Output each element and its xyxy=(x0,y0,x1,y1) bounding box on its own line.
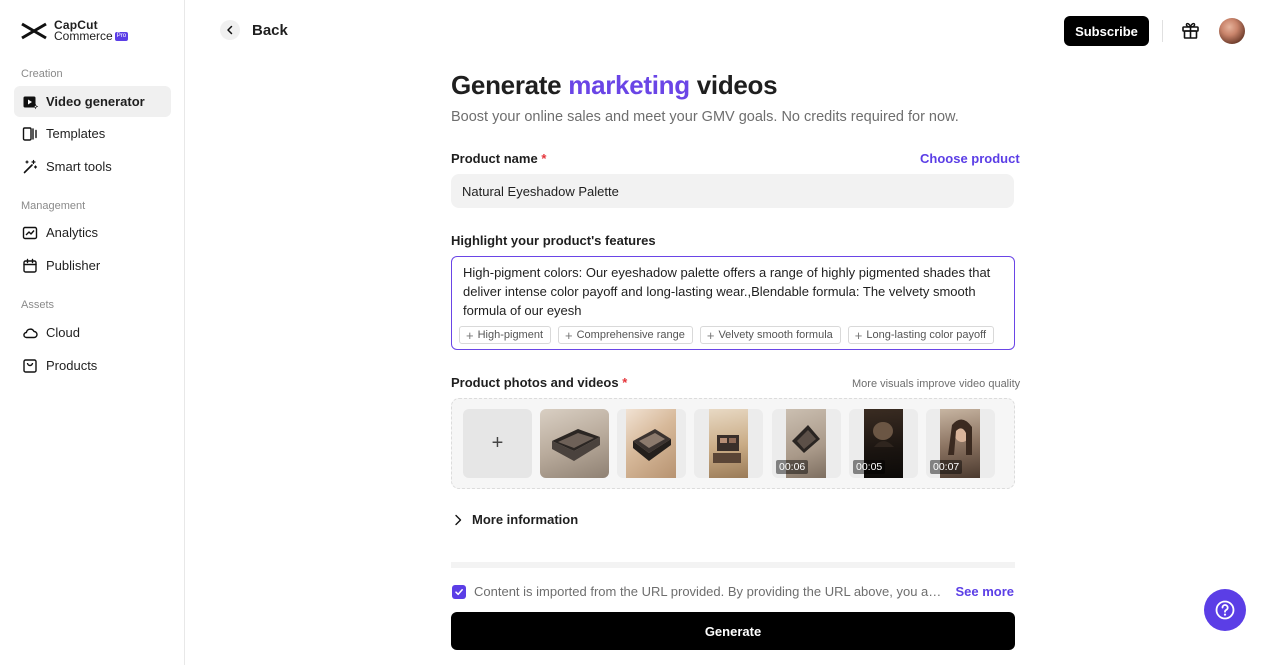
media-thumbnail[interactable] xyxy=(540,409,609,478)
user-avatar[interactable] xyxy=(1219,18,1245,44)
choose-product-link[interactable]: Choose product xyxy=(920,151,1020,166)
brand-name-line2: Commerce xyxy=(54,29,113,43)
media-thumbnail[interactable] xyxy=(694,409,763,478)
required-mark: * xyxy=(541,151,547,166)
subscribe-button[interactable]: Subscribe xyxy=(1064,16,1149,46)
video-duration: 00:06 xyxy=(776,460,809,474)
sidebar-item-analytics[interactable]: Analytics xyxy=(14,217,171,248)
model-portrait-image xyxy=(948,419,972,455)
page-title: Generate marketing videos xyxy=(451,70,778,100)
plus-icon: + xyxy=(706,327,715,343)
video-duration: 00:07 xyxy=(930,460,963,474)
video-frame-image xyxy=(873,422,894,447)
visuals-hint: More visuals improve video quality xyxy=(852,378,1021,390)
plus-icon: + xyxy=(565,327,573,343)
consent-row: Content is imported from the URL provide… xyxy=(452,584,1014,599)
feature-chip-long-lasting-color-payoff[interactable]: + Long-lasting color payoff xyxy=(847,326,995,344)
sidebar-item-products[interactable]: Products xyxy=(14,350,171,381)
plus-icon: + xyxy=(466,327,474,343)
section-label-management: Management xyxy=(21,200,86,212)
eyeshadow-palette-image xyxy=(552,429,600,461)
header-divider xyxy=(1162,20,1163,42)
plus-icon: + xyxy=(854,327,863,343)
section-label-assets: Assets xyxy=(21,299,55,311)
sidebar-item-label: Cloud xyxy=(46,325,80,340)
sidebar-item-label: Templates xyxy=(46,126,106,141)
help-button[interactable] xyxy=(1204,589,1246,631)
see-more-link[interactable]: See more xyxy=(955,584,1014,599)
more-information-toggle[interactable]: More information xyxy=(453,512,578,527)
media-thumbnail[interactable] xyxy=(617,409,686,478)
sidebar-item-publisher[interactable]: Publisher xyxy=(14,250,171,281)
more-information-label: More information xyxy=(472,512,579,527)
media-upload-area: + 00:06 00:05 00:07 xyxy=(451,398,1015,489)
product-name-label: Product name * xyxy=(451,151,547,166)
templates-icon xyxy=(22,126,37,141)
media-thumbnail-video[interactable]: 00:07 xyxy=(926,409,995,478)
eyeshadow-palette-image xyxy=(633,429,671,461)
checkmark-icon xyxy=(455,588,463,595)
features-text[interactable]: High-pigment colors: Our eyeshadow palet… xyxy=(463,263,1008,320)
question-mark-icon xyxy=(1215,600,1235,620)
capcut-commerce-logo[interactable]: CapCut Commerce Pro xyxy=(20,19,129,43)
media-label: Product photos and videos * xyxy=(451,375,628,390)
sidebar-item-label: Video generator xyxy=(46,94,145,109)
analytics-icon xyxy=(22,226,38,239)
page-subtitle: Boost your online sales and meet your GM… xyxy=(451,109,959,125)
add-media-button[interactable]: + xyxy=(463,409,532,478)
eyeshadow-palette-image xyxy=(792,425,820,453)
plus-icon: + xyxy=(491,432,504,454)
features-textarea[interactable]: High-pigment colors: Our eyeshadow palet… xyxy=(451,256,1015,350)
product-name-input[interactable] xyxy=(451,174,1014,208)
section-label-creation: Creation xyxy=(21,68,63,80)
media-thumbnail-video[interactable]: 00:05 xyxy=(849,409,918,478)
sidebar: CapCut Commerce Pro Creation Video genera… xyxy=(0,0,185,665)
sidebar-item-video-generator[interactable]: Video generator xyxy=(14,86,171,117)
consent-checkbox[interactable] xyxy=(452,584,466,599)
sidebar-item-templates[interactable]: Templates xyxy=(14,118,171,149)
eyeshadow-palette-image xyxy=(713,435,741,463)
feature-chip-high-pigment[interactable]: + High-pigment xyxy=(459,326,552,344)
back-label: Back xyxy=(252,21,288,39)
feature-chip-comprehensive-range[interactable]: + Comprehensive range xyxy=(558,326,693,344)
chevron-right-icon xyxy=(455,514,462,525)
generate-button[interactable]: Generate xyxy=(451,612,1015,650)
sidebar-item-label: Smart tools xyxy=(46,159,112,174)
cloud-icon xyxy=(23,327,38,338)
pro-badge: Pro xyxy=(114,32,129,41)
chevron-left-icon xyxy=(220,20,240,40)
feature-chips: + High-pigment + Comprehensive range + Velv… xyxy=(459,326,995,344)
calendar-icon xyxy=(23,258,37,273)
products-icon xyxy=(23,358,37,373)
feature-chip-velvety-smooth-formula[interactable]: + Velvety smooth formula xyxy=(699,326,841,344)
features-label: Highlight your product's features xyxy=(451,233,656,248)
video-generator-icon xyxy=(23,96,38,109)
back-button[interactable]: Back xyxy=(220,20,288,40)
capcut-logo-icon xyxy=(21,22,47,40)
sidebar-item-cloud[interactable]: Cloud xyxy=(14,317,171,348)
sidebar-item-label: Products xyxy=(46,358,98,373)
video-duration: 00:05 xyxy=(853,460,886,474)
sidebar-item-label: Publisher xyxy=(46,258,101,273)
consent-text: Content is imported from the URL provide… xyxy=(474,584,948,599)
sidebar-item-smart-tools[interactable]: Smart tools xyxy=(14,151,171,182)
media-thumbnail-video[interactable]: 00:06 xyxy=(772,409,841,478)
required-mark: * xyxy=(622,375,628,390)
sidebar-item-label: Analytics xyxy=(46,225,99,240)
magic-wand-icon xyxy=(23,159,38,173)
content-divider xyxy=(451,562,1015,568)
gift-icon[interactable] xyxy=(1181,21,1200,40)
